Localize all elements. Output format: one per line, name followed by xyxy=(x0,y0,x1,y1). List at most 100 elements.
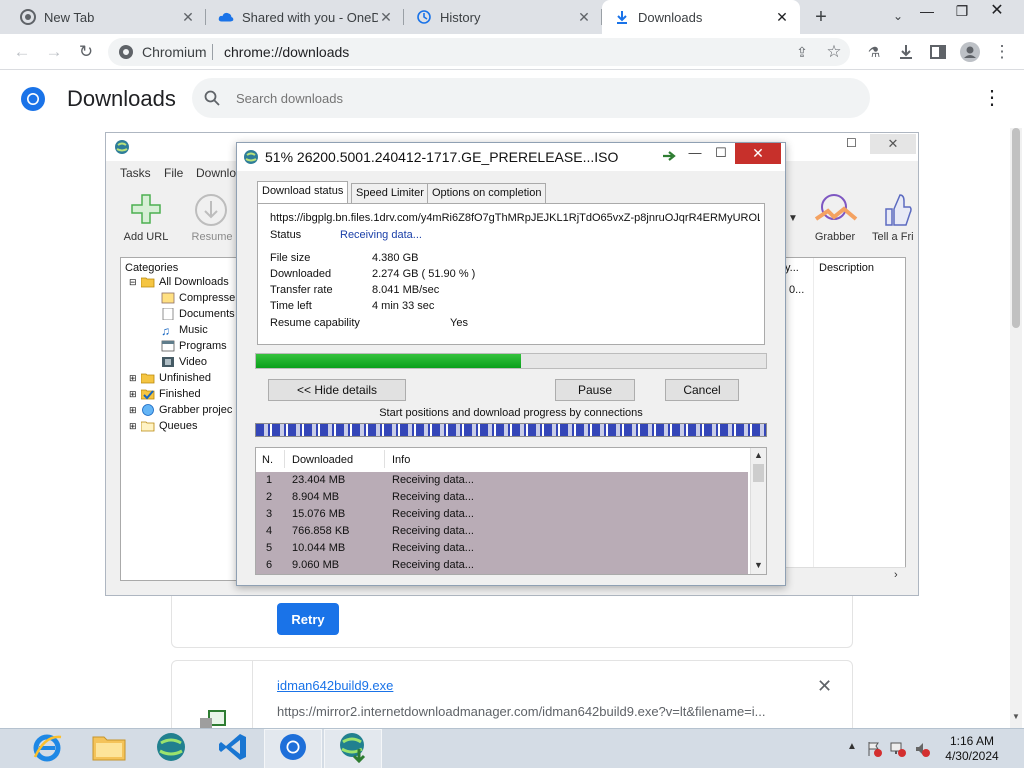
close-icon[interactable]: ✕ xyxy=(180,9,196,25)
maximize-icon[interactable]: ☐ xyxy=(711,145,731,161)
share-icon[interactable]: ⇪ xyxy=(792,42,812,62)
cancel-button[interactable]: Cancel xyxy=(665,379,739,401)
retry-button[interactable]: Retry xyxy=(277,603,339,635)
column-header-info[interactable]: Info xyxy=(392,454,410,466)
minimize-icon[interactable]: — xyxy=(916,4,938,20)
close-icon[interactable]: ✕ xyxy=(774,9,790,25)
remove-download-icon[interactable]: ✕ xyxy=(817,676,832,697)
collapse-icon[interactable]: ⊟ xyxy=(129,277,141,288)
tree-item-documents[interactable]: Documents xyxy=(161,306,235,322)
close-window-icon[interactable]: ✕ xyxy=(986,3,1008,20)
tab-speed-limiter[interactable]: Speed Limiter xyxy=(351,183,429,203)
taskbar-idm[interactable] xyxy=(324,729,382,768)
tree-item-music[interactable]: ♫ Music xyxy=(161,322,208,338)
send-to-tray-icon[interactable] xyxy=(661,149,677,161)
close-icon[interactable]: ✕ xyxy=(735,143,781,164)
expand-icon[interactable]: ⊞ xyxy=(129,405,141,416)
expand-icon[interactable]: ⊞ xyxy=(129,421,141,432)
resume-button[interactable]: Resume xyxy=(186,191,238,247)
system-clock[interactable]: 1:16 AM 4/30/2024 xyxy=(944,734,1000,764)
tree-item-label: All Downloads xyxy=(159,276,229,288)
new-tab-button[interactable]: + xyxy=(810,7,832,29)
network-icon[interactable] xyxy=(890,741,906,757)
tab-downloads[interactable]: Downloads ✕ xyxy=(602,0,800,34)
hide-details-button[interactable]: << Hide details xyxy=(268,379,406,401)
side-panel-icon[interactable] xyxy=(928,42,948,62)
chevron-down-icon[interactable]: ⌄ xyxy=(890,9,906,25)
minimize-icon[interactable]: — xyxy=(685,145,705,161)
close-icon[interactable]: ✕ xyxy=(378,9,394,25)
tree-item-video[interactable]: Video xyxy=(161,354,207,370)
categories-tree[interactable]: Categories ⊟ All Downloads Compresse Doc… xyxy=(120,257,242,581)
maximize-icon[interactable]: ☐ xyxy=(846,136,857,150)
address-bar[interactable]: Chromium chrome://downloads xyxy=(108,38,850,66)
scroll-up-arrow-icon[interactable]: ▲ xyxy=(754,450,763,460)
column-header-downloaded[interactable]: Downloaded xyxy=(292,454,353,466)
tab-new-tab[interactable]: New Tab ✕ xyxy=(0,0,206,34)
tree-item-compressed[interactable]: Compresse xyxy=(161,290,235,306)
add-url-button[interactable]: Add URL xyxy=(120,191,172,247)
downloads-toolbar-icon[interactable] xyxy=(896,42,916,62)
search-box[interactable] xyxy=(192,78,870,118)
grabber-button[interactable]: Grabber xyxy=(808,191,862,247)
downloads-list[interactable]: y... Description 0... xyxy=(770,257,906,581)
expand-icon[interactable]: ⊞ xyxy=(129,373,141,384)
menu-tasks[interactable]: Tasks xyxy=(120,166,151,180)
profile-avatar[interactable] xyxy=(960,42,980,62)
table-row[interactable]: 6 9.060 MB Receiving data... xyxy=(256,557,748,574)
tell-a-friend-button[interactable]: Tell a Fri xyxy=(868,191,918,247)
table-row[interactable]: 3 15.076 MB Receiving data... xyxy=(256,506,748,523)
scrollbar-thumb[interactable] xyxy=(1012,128,1020,328)
show-hidden-icons-icon[interactable]: ▲ xyxy=(844,741,860,757)
expand-icon[interactable]: ⊞ xyxy=(129,389,141,400)
tab-options-on-completion[interactable]: Options on completion xyxy=(427,183,547,203)
tree-item-all-downloads[interactable]: ⊟ All Downloads xyxy=(129,274,229,290)
connections-table[interactable]: N. Downloaded Info 1 23.404 MB Receiving… xyxy=(255,447,767,575)
menu-downloads[interactable]: Downlo xyxy=(196,166,236,180)
scrollbar-thumb[interactable] xyxy=(753,464,764,482)
star-icon[interactable]: ☆ xyxy=(824,42,844,62)
column-header-description[interactable]: Description xyxy=(819,262,874,274)
tab-history[interactable]: History ✕ xyxy=(404,0,602,34)
table-row[interactable]: 4 766.858 KB Receiving data... xyxy=(256,523,748,540)
close-icon[interactable]: ✕ xyxy=(576,9,592,25)
tree-item-unfinished[interactable]: ⊞ Unfinished xyxy=(129,370,211,386)
search-input[interactable] xyxy=(236,88,836,108)
menu-file[interactable]: File xyxy=(164,166,183,180)
pause-button[interactable]: Pause xyxy=(555,379,635,401)
idm-globe-icon xyxy=(155,731,187,768)
volume-muted-icon[interactable] xyxy=(914,741,930,757)
column-header-n[interactable]: N. xyxy=(262,454,273,466)
toolbar-more-arrow-icon[interactable]: ▼ xyxy=(788,213,798,224)
kebab-menu-icon[interactable]: ⋮ xyxy=(992,42,1012,62)
scroll-down-arrow-icon[interactable]: ▼ xyxy=(1010,712,1022,724)
labs-flask-icon[interactable]: ⚗ xyxy=(864,42,884,62)
taskbar-internet-explorer[interactable] xyxy=(18,729,76,768)
column-header-partial[interactable]: y... xyxy=(785,262,799,274)
chevron-right-icon[interactable]: › xyxy=(894,569,898,581)
tab-download-status[interactable]: Download status xyxy=(257,181,349,203)
table-row[interactable]: 1 23.404 MB Receiving data... xyxy=(256,472,748,489)
scroll-down-arrow-icon[interactable]: ▼ xyxy=(754,560,763,570)
vertical-scrollbar[interactable]: ▲ ▼ xyxy=(750,448,766,574)
taskbar-chromium[interactable] xyxy=(264,729,322,768)
tree-item-queues[interactable]: ⊞ Queues xyxy=(129,418,198,434)
more-options-icon[interactable]: ⋮ xyxy=(982,88,1002,110)
reload-icon[interactable]: ↻ xyxy=(76,42,96,62)
flag-alert-icon[interactable] xyxy=(866,741,882,757)
restore-icon[interactable]: ❐ xyxy=(951,4,973,20)
tree-item-finished[interactable]: ⊞ Finished xyxy=(129,386,201,402)
taskbar-idm-globe[interactable] xyxy=(142,729,200,768)
taskbar-vscode[interactable] xyxy=(204,729,262,768)
back-icon[interactable]: ← xyxy=(12,42,32,62)
forward-icon[interactable]: → xyxy=(44,42,64,62)
horizontal-scrollbar[interactable]: › xyxy=(770,567,906,583)
tab-onedrive[interactable]: Shared with you - OneDrive ✕ xyxy=(206,0,404,34)
table-row[interactable]: 2 8.904 MB Receiving data... xyxy=(256,489,748,506)
table-row[interactable]: 5 10.044 MB Receiving data... xyxy=(256,540,748,557)
page-scrollbar[interactable] xyxy=(1010,128,1022,728)
close-icon[interactable]: ✕ xyxy=(870,134,916,154)
download-filename-link[interactable]: idman642build9.exe xyxy=(277,678,393,693)
tree-item-grabber-projects[interactable]: ⊞ Grabber projec xyxy=(129,402,232,418)
tree-item-programs[interactable]: Programs xyxy=(161,338,227,354)
